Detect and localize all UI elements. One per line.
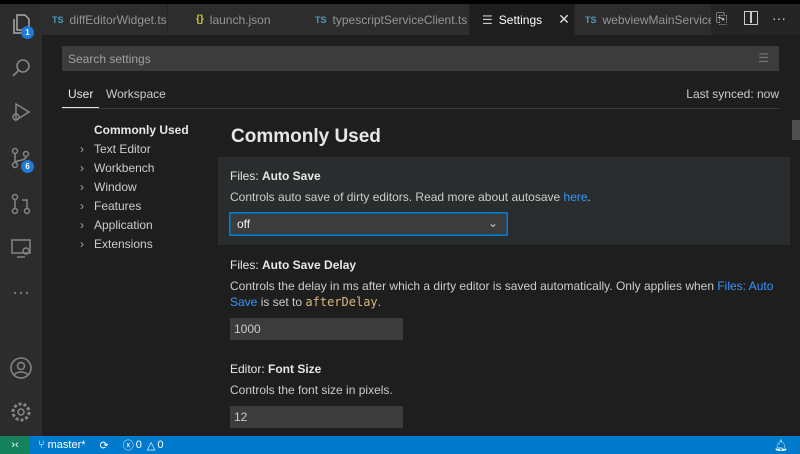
- chevron-right-icon: ›: [80, 180, 84, 194]
- tab-label: diffEditorWidget.ts: [69, 12, 167, 27]
- more-icon[interactable]: ···: [9, 282, 33, 306]
- select-value: off: [237, 217, 251, 231]
- toc-window[interactable]: › Window: [80, 180, 137, 194]
- setting-description: Controls the font size in pixels.: [230, 383, 393, 397]
- code-value: afterDelay: [305, 295, 378, 309]
- branch-name[interactable]: master*: [48, 439, 86, 451]
- toc-application[interactable]: › Application: [80, 218, 153, 232]
- settings-file-icon: ☰: [482, 12, 493, 27]
- toc-commonly-used[interactable]: Commonly Used: [94, 123, 189, 137]
- branch-icon: ⑂: [38, 439, 45, 451]
- scm-badge: 6: [21, 160, 34, 173]
- tab-typescriptserviceclient[interactable]: TStypescriptServiceClient.ts●: [297, 4, 469, 35]
- desc-text: .: [587, 190, 591, 204]
- setting-name: Auto Save Delay: [262, 258, 357, 272]
- gear-icon[interactable]: [9, 400, 33, 424]
- status-bar: ›‹ ⑂ master* ⟳ ⓧ 0 △ 0 🔔︎: [0, 436, 800, 454]
- last-synced: Last synced: now: [686, 87, 779, 101]
- tab-launch-json-label[interactable]: {} launch.json: [168, 4, 296, 35]
- tab-user[interactable]: User: [68, 87, 93, 101]
- divider: [62, 108, 779, 109]
- toc-label: Features: [94, 199, 142, 213]
- explorer-badge: 1: [21, 26, 34, 39]
- setting-category: Editor:: [230, 362, 269, 376]
- scrollbar[interactable]: [792, 120, 800, 140]
- setting-auto-save-delay: Files: Auto Save Delay Controls the dela…: [218, 246, 790, 340]
- tab-label: webviewMainService.ts: [602, 12, 711, 27]
- split-editor-icon[interactable]: [744, 11, 758, 25]
- remote-icon[interactable]: ›‹: [0, 436, 30, 454]
- toc-features[interactable]: › Features: [80, 199, 141, 213]
- tab-settings[interactable]: ☰ Settings ✕: [470, 4, 574, 35]
- remote-explorer-icon[interactable]: [9, 236, 33, 260]
- activity-bar: 1 6 ···: [0, 4, 42, 436]
- setting-title: Editor: Font Size: [230, 362, 790, 376]
- autosave-link[interactable]: here: [564, 190, 588, 204]
- tab-label: typescriptServiceClient.ts: [332, 12, 468, 27]
- chevron-right-icon: ›: [80, 142, 84, 156]
- toc-label: Text Editor: [94, 142, 151, 156]
- chevron-right-icon: ›: [80, 199, 84, 213]
- search-placeholder: Search settings: [68, 52, 151, 66]
- setting-title: Files: Auto Save Delay: [230, 258, 790, 272]
- search-icon[interactable]: [9, 56, 33, 80]
- tab-webviewmainservice[interactable]: TS webviewMainService.ts: [575, 4, 711, 35]
- pull-request-icon[interactable]: [9, 192, 33, 216]
- setting-category: Files:: [230, 258, 263, 272]
- more-actions-icon[interactable]: ···: [772, 10, 786, 26]
- section-title: Commonly Used: [231, 126, 381, 147]
- toc-label: Extensions: [94, 237, 153, 251]
- toc-text-editor[interactable]: › Text Editor: [80, 142, 151, 156]
- toc-workbench[interactable]: › Workbench: [80, 161, 154, 175]
- error-icon[interactable]: ⓧ: [123, 437, 134, 453]
- chevron-right-icon: ›: [80, 218, 84, 232]
- setting-name: Font Size: [268, 362, 322, 376]
- ts-icon: TS: [52, 14, 64, 25]
- source-control-icon[interactable]: 6: [9, 146, 34, 173]
- warning-icon[interactable]: △: [147, 439, 155, 452]
- run-debug-icon[interactable]: [9, 100, 33, 124]
- explorer-icon[interactable]: 1: [9, 12, 34, 39]
- setting-category: Files:: [230, 169, 263, 183]
- ts-icon: TS: [585, 14, 597, 25]
- setting-name: Auto Save: [262, 169, 321, 183]
- toc-label: Workbench: [94, 161, 155, 175]
- json-icon: {}: [196, 14, 204, 25]
- chevron-right-icon: ›: [80, 161, 84, 175]
- tab-workspace[interactable]: Workspace: [106, 87, 166, 101]
- auto-save-select[interactable]: off ⌄: [229, 212, 508, 236]
- error-count: 0: [135, 439, 142, 451]
- chevron-right-icon: ›: [80, 237, 84, 251]
- open-settings-json-icon[interactable]: ⎘: [716, 10, 727, 27]
- warning-count: 0: [157, 439, 164, 451]
- desc-text: .: [377, 295, 381, 309]
- setting-title: Files: Auto Save: [230, 169, 790, 183]
- toc-label: Window: [94, 180, 137, 194]
- desc-text: Controls auto save of dirty editors. Rea…: [230, 190, 564, 204]
- ts-icon: TS: [315, 14, 327, 25]
- font-size-input[interactable]: 12: [230, 406, 403, 428]
- setting-description: Controls the delay in ms after which a d…: [230, 278, 790, 310]
- close-icon[interactable]: ✕: [558, 11, 570, 28]
- account-icon[interactable]: [9, 356, 33, 380]
- search-settings-input[interactable]: Search settings ☰: [62, 46, 779, 71]
- bell-icon[interactable]: 🔔︎: [774, 439, 788, 452]
- tab-bar: TS diffEditorWidget.ts {} launch.json TS ty…: [42, 4, 800, 35]
- setting-font-size: Editor: Font Size Controls the font size…: [218, 350, 790, 428]
- toc-label: Application: [94, 218, 153, 232]
- toc-extensions[interactable]: › Extensions: [80, 237, 153, 251]
- desc-text: Controls the delay in ms after which a d…: [230, 279, 718, 293]
- desc-text: is set to: [257, 295, 306, 309]
- sync-icon[interactable]: ⟳: [100, 439, 109, 452]
- auto-save-delay-input[interactable]: 1000: [230, 318, 403, 340]
- tab-label: Settings: [498, 12, 543, 27]
- clear-filter-icon[interactable]: ☰: [758, 51, 769, 65]
- tab-diffeditorwidget[interactable]: TS diffEditorWidget.ts: [42, 4, 167, 35]
- setting-description: Controls auto save of dirty editors. Rea…: [230, 189, 790, 205]
- tab-label: launch.json: [209, 12, 271, 27]
- chevron-down-icon: ⌄: [487, 216, 498, 230]
- setting-auto-save: Files: Auto Save Controls auto save of d…: [218, 157, 790, 245]
